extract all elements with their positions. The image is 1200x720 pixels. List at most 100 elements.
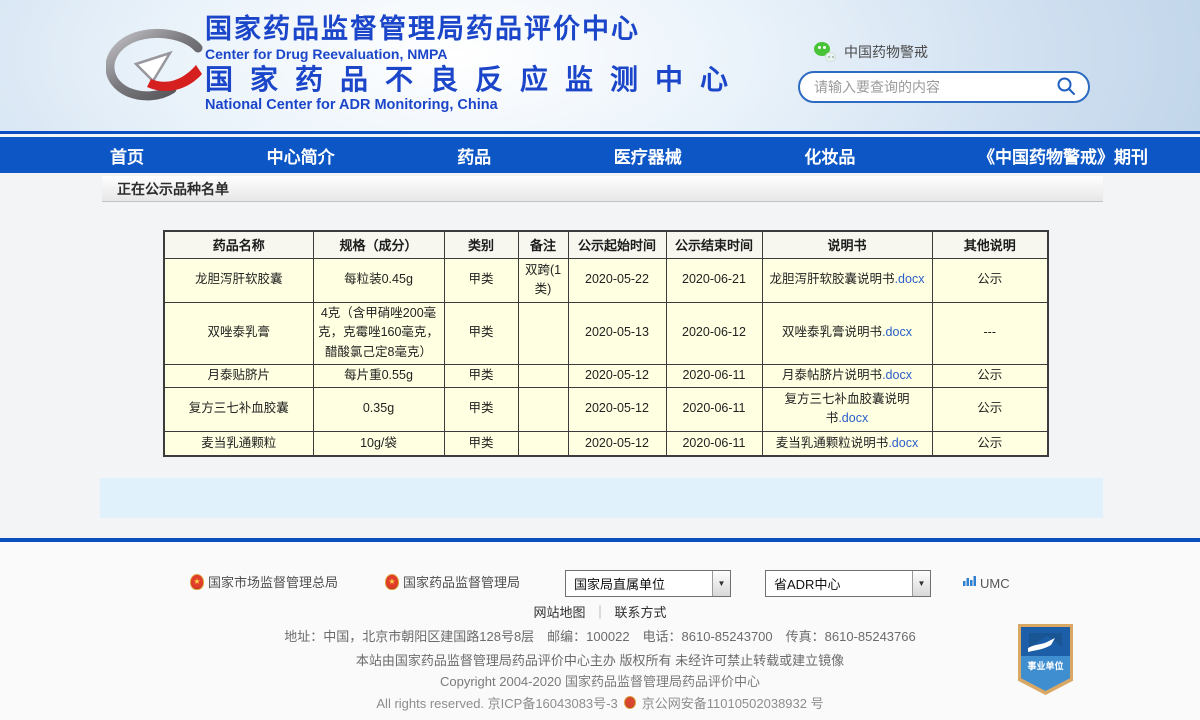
cell-other: 公示 bbox=[932, 258, 1048, 302]
contact-link[interactable]: 联系方式 bbox=[615, 605, 667, 620]
wechat-icon bbox=[814, 42, 836, 62]
nav-item-cosmetics[interactable]: 化妆品 bbox=[804, 143, 855, 168]
site-footer: ★ 国家市场监督管理总局 ★ 国家药品监督管理局 国家局直属单位 ▼ 省ADR中… bbox=[0, 538, 1200, 720]
doc-ext: .docx bbox=[882, 368, 912, 382]
table-row: 麦当乳通颗粒 10g/袋 甲类 2020-05-12 2020-06-11 麦当… bbox=[164, 431, 1048, 456]
cell-other: 公示 bbox=[932, 364, 1048, 387]
col-header-other: 其他说明 bbox=[932, 231, 1048, 258]
empty-info-band bbox=[100, 478, 1103, 518]
doc-download-link[interactable]: 月泰帖脐片说明书.docx bbox=[762, 364, 932, 387]
cell-drug-name: 复方三七补血胶囊 bbox=[164, 387, 313, 431]
sitemap-link[interactable]: 网站地图 bbox=[533, 605, 585, 620]
cell-start-date: 2020-05-22 bbox=[568, 258, 666, 302]
divider: ｜ bbox=[593, 605, 606, 620]
cell-note bbox=[518, 364, 568, 387]
search-box bbox=[798, 71, 1090, 103]
cell-end-date: 2020-06-21 bbox=[666, 258, 762, 302]
nav-item-about[interactable]: 中心简介 bbox=[267, 143, 335, 168]
cell-note: 双跨(1类) bbox=[518, 258, 568, 302]
cell-note bbox=[518, 387, 568, 431]
doc-download-link[interactable]: 龙胆泻肝软胶囊说明书.docx bbox=[762, 258, 932, 302]
doc-download-link[interactable]: 双唑泰乳膏说明书.docx bbox=[762, 302, 932, 364]
col-header-spec: 规格（成分） bbox=[313, 231, 444, 258]
doc-ext: .docx bbox=[838, 411, 868, 425]
nav-item-devices[interactable]: 医疗器械 bbox=[614, 143, 682, 168]
col-header-end: 公示结束时间 bbox=[666, 231, 762, 258]
icp-text: All rights reserved. 京ICP备16043083号-3 bbox=[376, 693, 617, 712]
link-label: 国家市场监督管理总局 bbox=[208, 572, 338, 591]
cell-spec: 每片重0.55g bbox=[313, 364, 444, 387]
link-nmpa[interactable]: ★ 国家药品监督管理局 bbox=[385, 572, 520, 591]
cell-end-date: 2020-06-11 bbox=[666, 431, 762, 456]
table-row: 龙胆泻肝软胶囊 每粒装0.45g 甲类 双跨(1类) 2020-05-22 20… bbox=[164, 258, 1048, 302]
cell-drug-name: 月泰贴脐片 bbox=[164, 364, 313, 387]
cell-note bbox=[518, 431, 568, 456]
table-row: 月泰贴脐片 每片重0.55g 甲类 2020-05-12 2020-06-11 … bbox=[164, 364, 1048, 387]
doc-download-link[interactable]: 复方三七补血胶囊说明书.docx bbox=[762, 387, 932, 431]
police-badge-icon bbox=[624, 696, 636, 709]
select-province-adr[interactable]: 省ADR中心 ▼ bbox=[765, 570, 931, 597]
site-subtitle-en: Center for Drug Reevaluation, NMPA bbox=[205, 46, 745, 63]
doc-name: 龙胆泻肝软胶囊说明书 bbox=[770, 272, 895, 286]
select-value: 省ADR中心 bbox=[766, 574, 912, 593]
national-emblem-icon: ★ bbox=[385, 574, 399, 590]
wechat-label: 中国药物警戒 bbox=[844, 42, 928, 62]
nav-item-journal[interactable]: 《中国药物警戒》期刊 bbox=[978, 143, 1148, 168]
adr-subtitle-en: National Center for ADR Monitoring, Chin… bbox=[205, 97, 745, 114]
search-input[interactable] bbox=[814, 79, 1054, 95]
link-samr[interactable]: ★ 国家市场监督管理总局 bbox=[190, 572, 338, 591]
sitemap-contact-row: 网站地图 ｜ 联系方式 bbox=[0, 602, 1200, 621]
adr-title-cn: 国家药品不良反应监测中心 bbox=[205, 63, 745, 97]
doc-name: 月泰帖脐片说明书 bbox=[782, 368, 882, 382]
nav-item-home[interactable]: 首页 bbox=[110, 143, 144, 168]
search-icon bbox=[1056, 76, 1076, 99]
cell-spec: 每粒装0.45g bbox=[313, 258, 444, 302]
chevron-down-icon: ▼ bbox=[712, 571, 730, 596]
doc-name: 麦当乳通颗粒说明书 bbox=[776, 436, 889, 450]
col-header-start: 公示起始时间 bbox=[568, 231, 666, 258]
cdr-logo bbox=[106, 28, 208, 112]
col-header-note: 备注 bbox=[518, 231, 568, 258]
link-umc[interactable]: UMC bbox=[962, 574, 1010, 592]
page-title: 正在公示品种名单 bbox=[117, 179, 229, 199]
search-button[interactable] bbox=[1054, 75, 1078, 99]
cell-category: 甲类 bbox=[444, 364, 518, 387]
main-content: 正在公示品种名单 药品名称 规格（成分） 类别 备注 公示起始时间 公示结束时间… bbox=[0, 173, 1200, 538]
cell-spec: 4克（含甲硝唑200毫克，克霉唑160毫克，醋酸氯己定8毫克） bbox=[313, 302, 444, 364]
cell-start-date: 2020-05-13 bbox=[568, 302, 666, 364]
cell-end-date: 2020-06-11 bbox=[666, 387, 762, 431]
breadcrumb: 正在公示品种名单 bbox=[102, 176, 1103, 202]
great-wall-icon bbox=[1027, 633, 1064, 660]
cell-category: 甲类 bbox=[444, 431, 518, 456]
link-label: 国家药品监督管理局 bbox=[403, 572, 520, 591]
umc-label: UMC bbox=[980, 576, 1010, 591]
cell-note bbox=[518, 302, 568, 364]
cell-other: 公示 bbox=[932, 387, 1048, 431]
site-header: 国家药品监督管理局药品评价中心 Center for Drug Reevalua… bbox=[0, 0, 1200, 134]
doc-download-link[interactable]: 麦当乳通颗粒说明书.docx bbox=[762, 431, 932, 456]
nav-item-drugs[interactable]: 药品 bbox=[457, 143, 491, 168]
cell-start-date: 2020-05-12 bbox=[568, 364, 666, 387]
public-institution-badge[interactable]: 事业单位 bbox=[1018, 624, 1073, 695]
cell-spec: 0.35g bbox=[313, 387, 444, 431]
national-emblem-icon: ★ bbox=[190, 574, 204, 590]
table-row: 复方三七补血胶囊 0.35g 甲类 2020-05-12 2020-06-11 … bbox=[164, 387, 1048, 431]
table-row: 双唑泰乳膏 4克（含甲硝唑200毫克，克霉唑160毫克，醋酸氯己定8毫克） 甲类… bbox=[164, 302, 1048, 364]
cell-end-date: 2020-06-12 bbox=[666, 302, 762, 364]
police-record-link[interactable]: 京公网安备11010502038932 号 bbox=[642, 693, 824, 712]
cell-category: 甲类 bbox=[444, 258, 518, 302]
public-notice-table: 药品名称 规格（成分） 类别 备注 公示起始时间 公示结束时间 说明书 其他说明… bbox=[163, 230, 1049, 457]
doc-ext: .docx bbox=[888, 436, 918, 450]
doc-ext: .docx bbox=[882, 325, 912, 339]
wechat-link[interactable]: 中国药物警戒 bbox=[814, 42, 928, 62]
cell-end-date: 2020-06-11 bbox=[666, 364, 762, 387]
cell-start-date: 2020-05-12 bbox=[568, 431, 666, 456]
col-header-category: 类别 bbox=[444, 231, 518, 258]
cell-start-date: 2020-05-12 bbox=[568, 387, 666, 431]
cell-drug-name: 麦当乳通颗粒 bbox=[164, 431, 313, 456]
col-header-name: 药品名称 bbox=[164, 231, 313, 258]
main-nav: 首页 中心简介 药品 医疗器械 化妆品 《中国药物警戒》期刊 bbox=[0, 137, 1200, 173]
col-header-doc: 说明书 bbox=[762, 231, 932, 258]
select-national-units[interactable]: 国家局直属单位 ▼ bbox=[565, 570, 731, 597]
badge-label: 事业单位 bbox=[1021, 659, 1070, 672]
